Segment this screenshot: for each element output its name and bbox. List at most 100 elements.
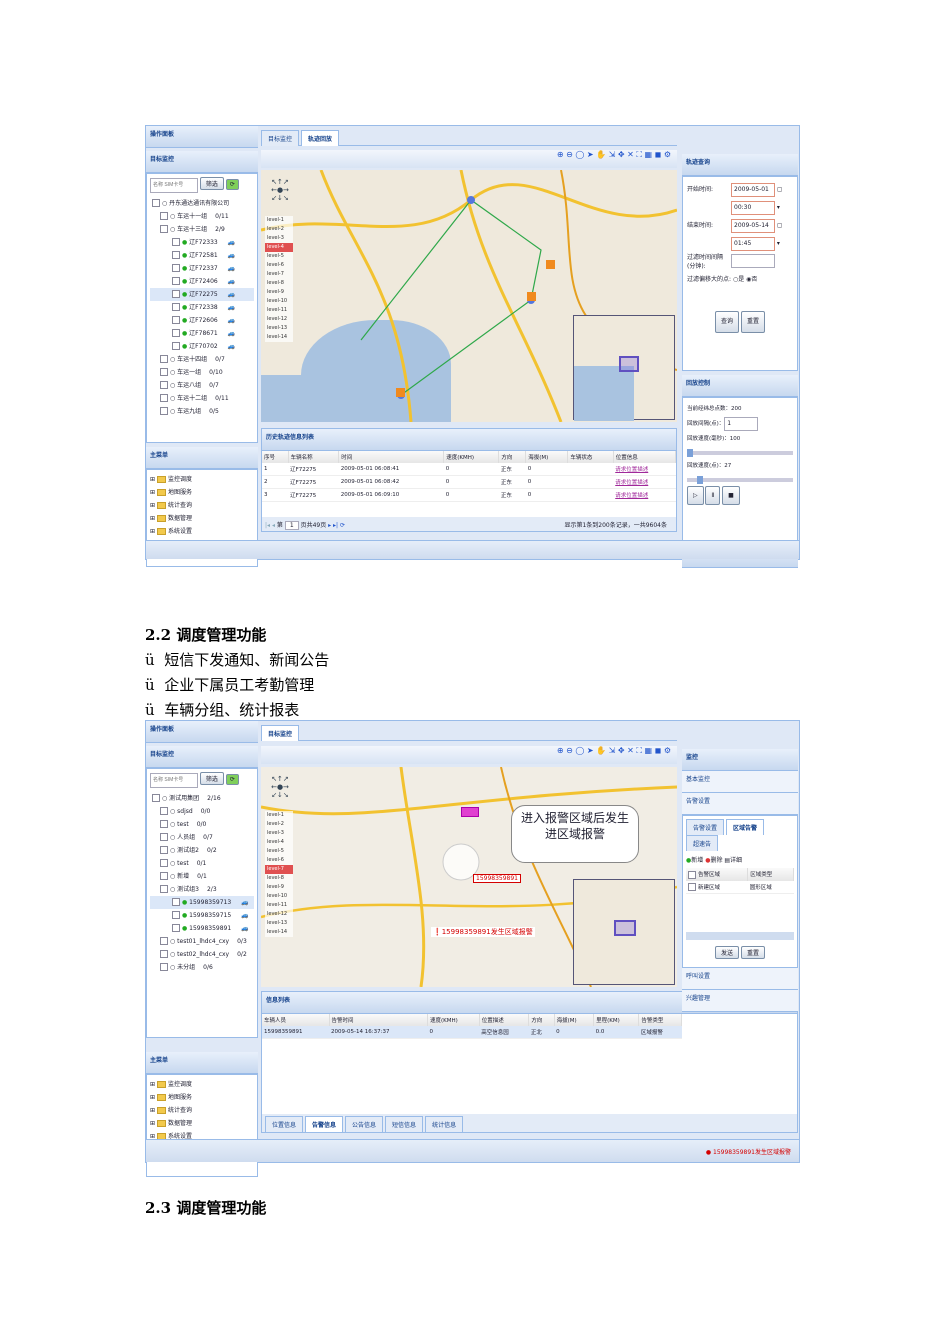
alarm-settings-item[interactable]: 告警设置 [682,793,798,815]
column-header[interactable]: 车辆名称 [288,451,340,463]
zoom-level[interactable]: level-10 [265,297,293,306]
column-header[interactable]: 方向 [498,451,527,463]
table-cell[interactable]: 请求位置描述 [613,475,676,489]
zoom-level[interactable]: level-14 [265,333,293,342]
column-header[interactable]: 海拔(M) [554,1014,595,1026]
search-input[interactable] [150,177,198,193]
map-toolbar[interactable]: ⊕ ⊖ ◯ ➤ ✋ ⇲ ✥ ✕ ⛶ ▦ ◼ ⚙ [261,150,677,168]
menu-item[interactable]: ⊞ 统计查询 [150,499,254,512]
menu-item[interactable]: ⊞ 系统设置 [150,525,254,538]
zoom-level[interactable]: level-7 [265,270,293,279]
status-alarm-text[interactable]: 15998359891发生区域报警 [713,1149,791,1156]
column-header[interactable]: 时间 [338,451,445,463]
tree-node[interactable]: ○ test 0/0 [150,818,254,831]
column-header[interactable]: 车辆人员 [262,1014,330,1026]
zoom-level[interactable]: level-3 [265,234,293,243]
tree-node[interactable]: ● 辽F72337 🚙 [150,262,254,275]
first-page-icon[interactable]: |◂ ◂ [265,522,275,529]
column-header[interactable]: 里程(KM) [593,1014,640,1026]
tree-node[interactable]: ● 辽F72338 🚙 [150,301,254,314]
tree-node[interactable]: ○ 未分组 0/6 [150,961,254,974]
call-settings-item[interactable]: 呼叫设置 [682,968,798,990]
zoom-level[interactable]: level-2 [265,225,293,234]
zoom-level[interactable]: level-4 [265,838,293,847]
delete-button[interactable]: 删除 [710,857,722,864]
speed-ms-slider[interactable] [687,449,793,457]
table-row[interactable]: 新建区域 圆形区域 [686,880,794,894]
tree-node[interactable]: ● 辽F72606 🚙 [150,314,254,327]
table-cell[interactable]: 请求位置描述 [613,463,676,476]
detail-button[interactable]: 详细 [730,857,742,864]
start-date-input[interactable]: 2009-05-01 [731,183,775,197]
tree-node[interactable]: ○ 测试组3 2/3 [150,883,254,896]
column-header[interactable]: 位置信息 [613,451,677,463]
menu-item[interactable]: ⊞ 地图服务 [150,486,254,499]
pause-icon[interactable]: Ⅱ [705,486,721,505]
tree-node[interactable]: ○ test02_lhdc4_cxy 0/2 [150,948,254,961]
stop-icon[interactable]: ■ [722,486,740,505]
zoom-level[interactable]: level-12 [265,910,293,919]
vehicle-label[interactable]: 15998359891 [473,874,521,883]
tree-node[interactable]: ○ 车运十三组 2/9 [150,223,254,236]
pan-control[interactable]: ↖↑↗ ←●→ ↙↓↘ [265,178,295,206]
zoom-level[interactable]: level-9 [265,883,293,892]
zoom-level-bar[interactable]: level-1 level-2 level-3 level-4 level-5 level… [265,216,293,342]
table-cell[interactable]: 请求位置描述 [613,488,676,502]
zoom-level[interactable]: level-12 [265,315,293,324]
refresh-icon[interactable]: ⟳ [225,179,239,190]
zoom-level[interactable]: level-9 [265,288,293,297]
filter-button[interactable]: 筛选 [199,177,224,190]
menu-item[interactable]: ⊞ 监控调度 [150,1078,254,1091]
end-date-input[interactable]: 2009-05-14 [731,219,775,233]
bottom-tab[interactable]: 位置信息 [265,1116,304,1132]
search-input[interactable] [150,772,198,788]
play-icon[interactable]: ▷ [687,486,704,505]
tree-node[interactable]: ○ 车运十四组 0/7 [150,353,254,366]
zoom-level[interactable]: level-11 [265,306,293,315]
tree-node[interactable]: ○ 车运九组 0/5 [150,405,254,418]
interval-input[interactable] [731,254,775,268]
zoom-level[interactable]: level-13 [265,324,293,333]
menu-item[interactable]: ⊞ 数据管理 [150,1117,254,1130]
menu-item[interactable]: ⊞ 监控调度 [150,473,254,486]
column-header[interactable]: 速度(KMH) [427,1014,480,1026]
next-page-icon[interactable]: ▸ ▸| ⟳ [328,522,345,529]
bottom-tab[interactable]: 告警信息 [305,1116,344,1132]
tab-track-playback[interactable]: 轨迹回放 [301,130,340,146]
menu-item[interactable]: ⊞ 数据管理 [150,512,254,525]
menu-item[interactable]: ⊞ 地图服务 [150,1091,254,1104]
column-header[interactable]: 车辆状态 [567,451,614,463]
start-time-select[interactable]: 00:30 [731,201,775,215]
zoom-level[interactable]: level-6 [265,856,293,865]
tree-node[interactable]: ○ sdjsd 0/0 [150,805,254,818]
table-row[interactable]: 2 辽F72275 2009-05-01 06:08:42 0 正东 0 请求位置描述 [262,475,676,489]
zoom-level[interactable]: level-3 [265,829,293,838]
overview-map[interactable] [573,879,675,985]
pan-control[interactable]: ↖↑↗ ←●→ ↙↓↘ [265,775,295,803]
tree-node[interactable]: ○ 新增 0/1 [150,870,254,883]
column-header[interactable]: 告警类型 [638,1014,682,1026]
zoom-level-bar[interactable]: level-1 level-2 level-3 level-4 level-5 level… [265,811,293,937]
tab-target-monitor[interactable]: 目标监控 [261,130,300,146]
tree-node[interactable]: ○ 车运十二组 0/11 [150,392,254,405]
page-input[interactable]: 1 [284,521,299,530]
tab-target-monitor[interactable]: 目标监控 [261,725,300,741]
table-row[interactable]: 1 辽F72275 2009-05-01 06:08:41 0 正东 0 请求位置描述 [262,463,676,476]
zoom-level[interactable]: level-10 [265,892,293,901]
column-header[interactable]: 位置描述 [479,1014,530,1026]
map-toolbar[interactable]: ⊕ ⊖ ◯ ➤ ✋ ⇲ ✥ ✕ ⛶ ▦ ◼ ⚙ [261,746,677,764]
column-header[interactable]: 海拔(M) [525,451,569,463]
reset-button[interactable]: 重置 [740,311,765,333]
zoom-level[interactable]: level-4 [265,243,293,252]
horizontal-scrollbar[interactable] [686,932,794,940]
tree-node[interactable]: ○ 丹东通达通讯有限公司 [150,197,254,210]
speed-pts-slider[interactable] [687,476,793,484]
column-header[interactable]: 速度(KMH) [443,451,500,463]
column-header[interactable]: 序号 [262,451,289,463]
send-button[interactable]: 发送 [715,946,740,959]
end-time-select[interactable]: 01:45 [731,237,775,251]
tree-node[interactable]: ● 辽F78671 🚙 [150,327,254,340]
zoom-level[interactable]: level-2 [265,820,293,829]
tree-node[interactable]: ● 15998359713 🚙 [150,895,254,909]
query-button[interactable]: 查询 [715,311,740,333]
